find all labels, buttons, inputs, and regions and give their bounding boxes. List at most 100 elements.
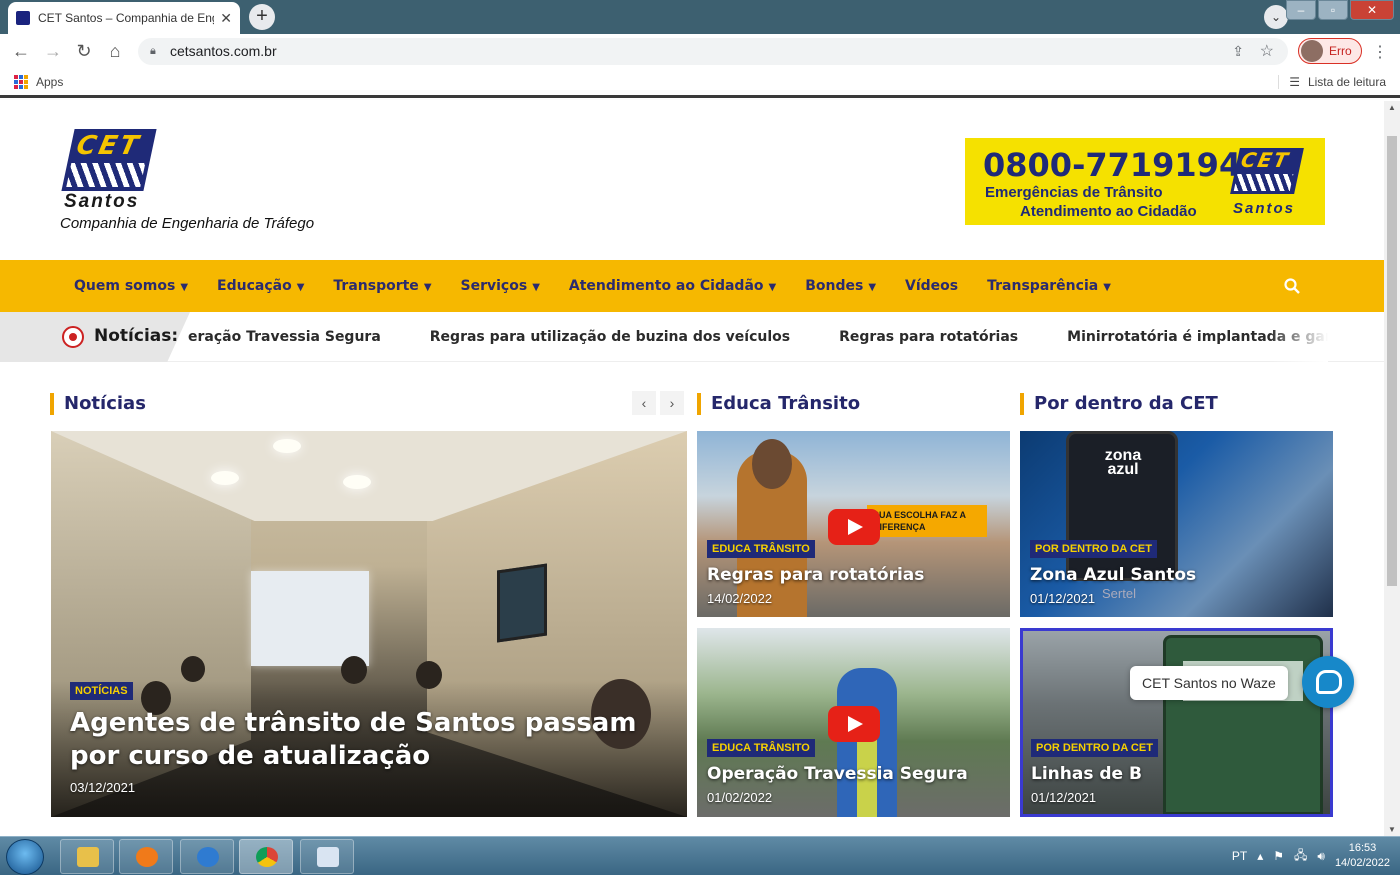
ticker-item[interactable]: Regras para utilização de buzina dos veí…	[430, 329, 790, 345]
menu-item-label: Bondes	[805, 278, 864, 294]
page-scrollbar[interactable]: ▲ ▼	[1384, 101, 1400, 836]
dentro-card-title[interactable]: Linhas de B	[1031, 764, 1142, 784]
play-video-icon[interactable]	[828, 706, 880, 742]
action-center-icon[interactable]: ⚑	[1273, 849, 1284, 863]
clock-date: 14/02/2022	[1334, 857, 1390, 869]
play-video-icon[interactable]	[828, 509, 880, 545]
featured-news-card[interactable]: NOTÍCIAS Agentes de trânsito de Santos p…	[51, 431, 687, 817]
search-icon[interactable]	[1283, 277, 1301, 295]
reading-list-button[interactable]: ☰ Lista de leitura	[1278, 75, 1386, 89]
taskbar-document[interactable]	[300, 839, 354, 874]
apps-shortcut[interactable]: Apps	[14, 75, 63, 89]
dentro-card-date: 01/12/2021	[1030, 591, 1096, 606]
category-badge[interactable]: NOTÍCIAS	[70, 682, 133, 700]
close-tab-icon[interactable]: ✕	[220, 10, 232, 27]
photo-person	[416, 661, 442, 689]
menu-item-7[interactable]: Transparência ▼	[987, 278, 1111, 294]
menu-item-0[interactable]: Quem somos ▼	[74, 278, 188, 294]
section-title-news: Notícias	[50, 393, 146, 415]
photo-light	[273, 439, 301, 453]
category-badge[interactable]: POR DENTRO DA CET	[1031, 739, 1158, 757]
share-icon[interactable]: ⇪	[1232, 38, 1244, 65]
section-title-educa: Educa Trânsito	[697, 393, 860, 415]
ticker-item[interactable]: Regras para rotatórias	[839, 329, 1018, 345]
menu-item-6[interactable]: Vídeos	[905, 278, 958, 294]
clock[interactable]: 16:53 14/02/2022	[1335, 841, 1390, 871]
forward-icon[interactable]: →	[42, 40, 64, 62]
bookmarks-bar: Apps ☰ Lista de leitura	[0, 68, 1400, 98]
tab-search-icon[interactable]: ⌄	[1264, 5, 1288, 29]
home-icon[interactable]: ⌂	[104, 40, 126, 62]
video-overlay-text: SUA ESCOLHA FAZ A DIFERENÇA	[867, 505, 987, 537]
menu-item-3[interactable]: Serviços ▼	[461, 278, 540, 294]
lock-icon: 🔒︎	[150, 45, 156, 57]
network-icon[interactable]: 🖧︎	[1294, 846, 1307, 867]
site-favicon-icon	[16, 11, 30, 25]
dentro-card-title[interactable]: Zona Azul Santos	[1030, 565, 1196, 585]
browser-tab[interactable]: CET Santos – Companhia de Engenharia de …	[8, 2, 240, 34]
photo-light	[343, 475, 371, 489]
next-arrow-icon[interactable]: ›	[660, 391, 684, 415]
carousel-arrows: ‹ ›	[632, 391, 684, 415]
scroll-thumb[interactable]	[1387, 136, 1397, 586]
taskbar-ie[interactable]	[180, 839, 234, 874]
windows-start-icon[interactable]	[6, 839, 44, 875]
taskbar-explorer[interactable]	[60, 839, 114, 874]
category-badge[interactable]: EDUCA TRÂNSITO	[707, 540, 815, 558]
close-window-button[interactable]: ✕	[1350, 0, 1394, 20]
educa-card-title[interactable]: Operação Travessia Segura	[707, 764, 968, 784]
menu-kebab-icon[interactable]: ⋮	[1372, 42, 1388, 62]
category-badge[interactable]: POR DENTRO DA CET	[1030, 540, 1157, 558]
caret-down-icon: ▼	[1103, 282, 1111, 293]
site-logo[interactable]: CET Santos Companhia de Engenharia de Tr…	[60, 127, 360, 237]
live-dot-icon	[62, 326, 84, 348]
educa-card-title[interactable]: Regras para rotatórias	[707, 565, 924, 585]
menu-item-4[interactable]: Atendimento ao Cidadão ▼	[569, 278, 776, 294]
web-page: CET Santos Companhia de Engenharia de Tr…	[0, 101, 1384, 836]
caret-down-icon: ▼	[423, 282, 432, 293]
prev-arrow-icon[interactable]: ‹	[632, 391, 656, 415]
logo-full-name: Companhia de Engenharia de Tráfego	[60, 215, 315, 232]
main-menu-bar: Quem somos ▼ Educação ▼ Transporte ▼ Serviços ▼…	[0, 260, 1384, 312]
menu-item-5[interactable]: Bondes ▼	[805, 278, 876, 294]
reload-icon[interactable]: ↻	[73, 40, 95, 62]
emergency-phone-banner[interactable]: 0800-7719194 Emergências de Trânsito Ate…	[965, 138, 1325, 225]
category-badge[interactable]: EDUCA TRÂNSITO	[707, 739, 815, 757]
volume-icon[interactable]: 🔊︎	[1317, 849, 1325, 864]
media-player-icon	[136, 847, 158, 867]
profile-button[interactable]: Erro	[1298, 38, 1362, 64]
dentro-card-date: 01/12/2021	[1031, 790, 1097, 805]
bookmark-star-icon[interactable]: ☆	[1260, 38, 1274, 65]
educa-card-rotatorias[interactable]: SUA ESCOLHA FAZ A DIFERENÇA EDUCA TRÂNSI…	[697, 431, 1010, 617]
taskbar-chrome[interactable]	[239, 839, 293, 874]
browser-tab-bar: CET Santos – Companhia de Engenharia de …	[0, 0, 1400, 34]
ticker-item[interactable]: eração Travessia Segura	[188, 329, 381, 345]
dentro-card-bondes[interactable]: POR DENTRO DA CET Linhas de B 01/12/2021	[1020, 628, 1333, 817]
waze-tooltip[interactable]: CET Santos no Waze	[1130, 666, 1288, 700]
ticker-items: eração Travessia Segura Regras para utili…	[188, 312, 1328, 362]
main-menu: Quem somos ▼ Educação ▼ Transporte ▼ Serviços ▼…	[74, 260, 1140, 312]
menu-item-1[interactable]: Educação ▼	[217, 278, 304, 294]
scroll-up-icon[interactable]: ▲	[1388, 103, 1396, 112]
back-icon[interactable]: ←	[10, 40, 32, 62]
scroll-down-icon[interactable]: ▼	[1388, 825, 1396, 834]
dentro-card-zona-azul[interactable]: zona azul Sertel POR DENTRO DA CET Zona …	[1020, 431, 1333, 617]
banner-phone: 0800-7719194	[983, 146, 1242, 184]
banner-line-1: Emergências de Trânsito	[985, 184, 1163, 201]
menu-item-label: Quem somos	[74, 278, 176, 294]
language-indicator[interactable]: PT	[1232, 849, 1247, 863]
featured-news-title[interactable]: Agentes de trânsito de Santos passam por…	[70, 707, 650, 773]
minimize-button[interactable]: –	[1286, 0, 1316, 20]
educa-card-travessia[interactable]: EDUCA TRÂNSITO Operação Travessia Segura…	[697, 628, 1010, 817]
clock-time: 16:53	[1348, 842, 1377, 854]
waze-chat-icon[interactable]	[1302, 656, 1354, 708]
taskbar-media[interactable]	[119, 839, 173, 874]
maximize-button[interactable]: ▫	[1318, 0, 1348, 20]
new-tab-button[interactable]: +	[249, 4, 275, 30]
address-bar[interactable]: 🔒︎ cetsantos.com.br ⇪ ☆	[138, 38, 1288, 65]
menu-item-label: Vídeos	[905, 278, 959, 294]
tray-expand-icon[interactable]: ▴	[1257, 849, 1263, 863]
menu-item-label: Transparência	[987, 278, 1099, 294]
menu-item-label: Atendimento ao Cidadão	[568, 278, 764, 294]
menu-item-2[interactable]: Transporte ▼	[333, 278, 431, 294]
